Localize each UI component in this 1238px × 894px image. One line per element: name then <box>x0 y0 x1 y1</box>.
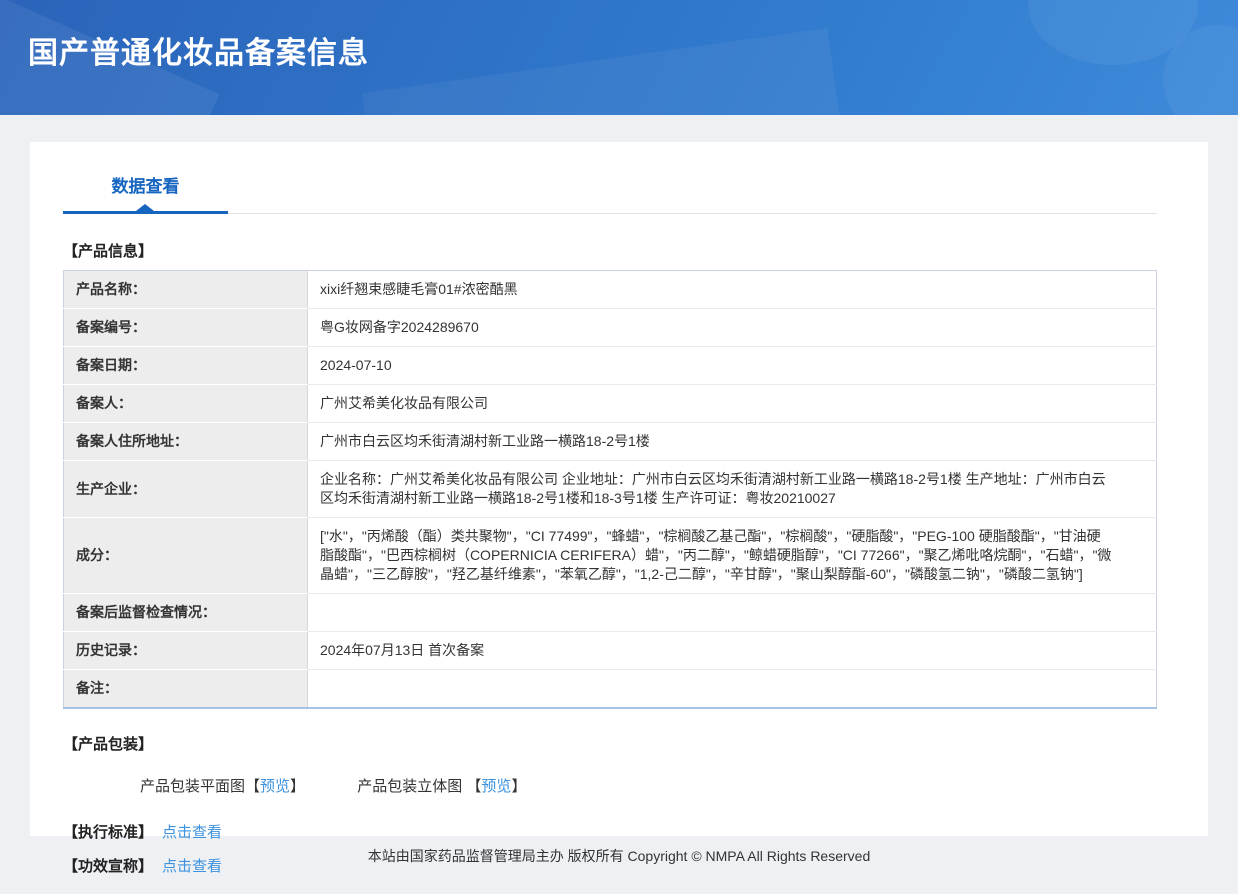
section-heading-product-info: 【产品信息】 <box>63 243 154 260</box>
bracket-close: 】 <box>511 778 527 795</box>
product-info-table: 产品名称： xixi纤翘束感睫毛膏01#浓密酷黑 备案编号： 粤G妆网备字202428… <box>63 270 1157 709</box>
content-card: 数据查看 【产品信息】 产品名称： xixi纤翘束感睫毛膏01#浓密酷黑 备案编号：… <box>30 142 1208 875</box>
active-tab-indicator <box>63 211 228 214</box>
packaging-stereo-preview-link[interactable]: 预览 <box>481 778 511 795</box>
row-value: 粤G妆网备字2024289670 <box>307 308 1157 347</box>
table-row: 产品名称： xixi纤翘束感睫毛膏01#浓密酷黑 <box>63 270 1157 309</box>
section-heading-packaging: 【产品包装】 <box>63 736 154 753</box>
section-heading-efficacy: 【功效宣称】 <box>63 858 154 875</box>
table-row: 成分： ["水"，"丙烯酸（酯）类共聚物"，"CI 77499"，"蜂蜡"，"棕榈… <box>63 517 1157 594</box>
packaging-flat-label: 产品包装平面图 <box>140 778 246 795</box>
packaging-flat-item: 产品包装平面图【预览】 <box>140 775 305 796</box>
page-title: 国产普通化妆品备案信息 <box>28 37 369 70</box>
table-row: 生产企业： 企业名称：广州艾希美化妆品有限公司 企业地址：广州市白云区均禾街清湖村… <box>63 460 1157 518</box>
packaging-stereo-item: 产品包装立体图 【预览】 <box>357 775 526 796</box>
footer-text: 本站由国家药品监督管理局主办 版权所有 Copyright © NMPA All… <box>367 848 871 864</box>
row-label: 备注： <box>63 669 308 708</box>
table-row: 备案人住所地址： 广州市白云区均禾街清湖村新工业路一横路18-2号1楼 <box>63 422 1157 461</box>
row-value: 广州市白云区均禾街清湖村新工业路一横路18-2号1楼 <box>307 422 1157 461</box>
row-label: 备案人住所地址： <box>63 422 308 461</box>
row-label: 备案后监督检查情况： <box>63 593 308 632</box>
tab-underline <box>63 204 1157 214</box>
table-row: 备案人： 广州艾希美化妆品有限公司 <box>63 384 1157 423</box>
row-value: 2024年07月13日 首次备案 <box>307 631 1157 670</box>
row-value: ["水"，"丙烯酸（酯）类共聚物"，"CI 77499"，"蜂蜡"，"棕榈酸乙基… <box>307 517 1157 594</box>
table-row: 历史记录： 2024年07月13日 首次备案 <box>63 631 1157 670</box>
row-value <box>307 669 1157 708</box>
row-label: 生产企业： <box>63 460 308 518</box>
tab-bar: 数据查看 <box>63 172 1157 214</box>
table-row: 备案后监督检查情况： <box>63 593 1157 632</box>
page-header-banner: 国产普通化妆品备案信息 <box>0 0 1238 115</box>
row-label: 产品名称： <box>63 270 308 309</box>
packaging-flat-preview-link[interactable]: 预览 <box>260 778 290 795</box>
bracket-open: 【 <box>245 778 261 795</box>
table-row: 备注： <box>63 669 1157 708</box>
packaging-preview-line: 产品包装平面图【预览】 产品包装立体图 【预览】 <box>140 775 1175 796</box>
product-info-table-body: 产品名称： xixi纤翘束感睫毛膏01#浓密酷黑 备案编号： 粤G妆网备字202428… <box>63 270 1157 708</box>
active-tab-arrow-icon <box>136 204 154 211</box>
table-row: 备案日期： 2024-07-10 <box>63 346 1157 385</box>
bracket-close: 】 <box>290 778 306 795</box>
row-label: 备案人： <box>63 384 308 423</box>
row-value: 企业名称：广州艾希美化妆品有限公司 企业地址：广州市白云区均禾街清湖村新工业路一… <box>307 460 1157 518</box>
efficacy-view-link[interactable]: 点击查看 <box>162 855 222 876</box>
row-label: 成分： <box>63 517 308 594</box>
row-label: 历史记录： <box>63 631 308 670</box>
row-value <box>307 593 1157 632</box>
packaging-stereo-label: 产品包装立体图 <box>357 778 467 795</box>
section-heading-standard: 【执行标准】 <box>63 824 154 841</box>
bracket-open: 【 <box>466 778 482 795</box>
standard-view-link[interactable]: 点击查看 <box>162 821 222 842</box>
row-value: 广州艾希美化妆品有限公司 <box>307 384 1157 423</box>
table-row: 备案编号： 粤G妆网备字2024289670 <box>63 308 1157 347</box>
row-label: 备案编号： <box>63 308 308 347</box>
row-label: 备案日期： <box>63 346 308 385</box>
row-value: 2024-07-10 <box>307 346 1157 385</box>
row-value: xixi纤翘束感睫毛膏01#浓密酷黑 <box>307 270 1157 309</box>
